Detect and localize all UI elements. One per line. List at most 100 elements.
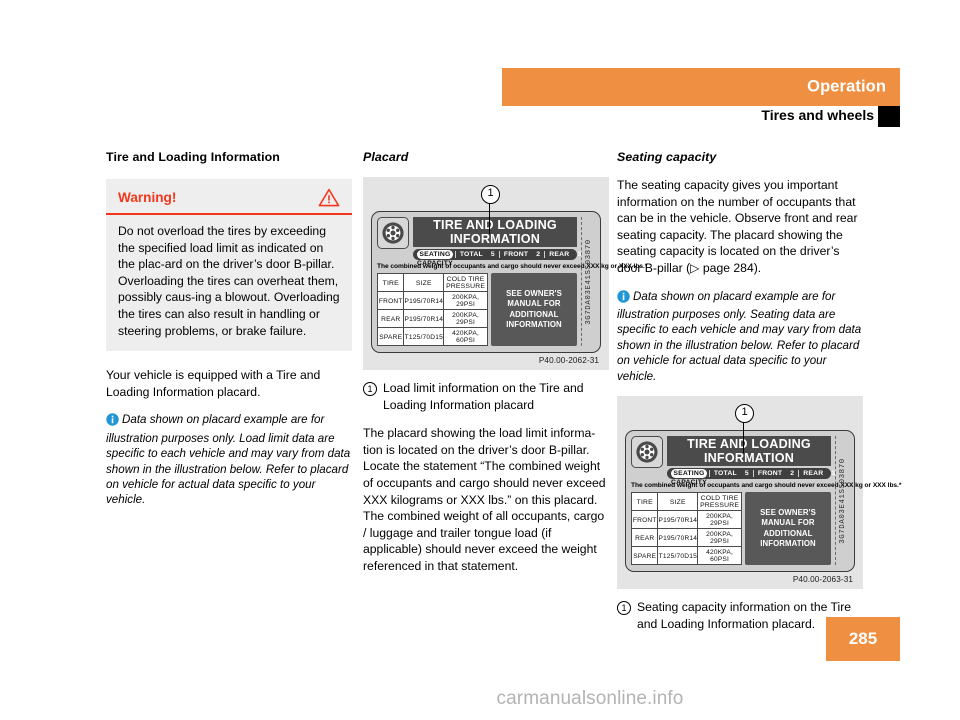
placard-main: TIRE AND LOADING INFORMATION SEATING CAP…: [376, 217, 648, 346]
owner-line-1: SEE OWNER'S: [506, 288, 562, 298]
placard-front-value: 2: [790, 470, 795, 477]
placard-lower-row: TIRE SIZE COLD TIRE PRESSURE FRONT P195/…: [630, 492, 831, 565]
placard-seating-row: SEATING CAPACITY TOTAL 5 FRONT 2 REAR 3: [667, 468, 835, 486]
left-column-info-note: Data shown on placard example are for il…: [106, 412, 352, 507]
table-row: SPARE T125/70D15 420KPA, 60PSI: [376, 327, 488, 346]
callout-marker-1: 1: [481, 185, 500, 204]
right-column-paragraph: The seating capacity gives you important…: [617, 178, 858, 275]
placard-title: TIRE AND LOADING INFORMATION: [413, 217, 577, 247]
owner-line-2: MANUAL FOR: [507, 299, 561, 308]
placard-total-value: 5: [490, 251, 495, 258]
right-column: Seating capacity The seating capacity gi…: [617, 150, 902, 644]
cell-axle-rear: REAR: [376, 309, 405, 328]
header-accent-bar: Operation: [502, 68, 900, 106]
callout-group-1: 1: [371, 185, 601, 234]
placard-seating-capacity-label: SEATING CAPACITY: [417, 250, 453, 267]
placard-pressure-table: TIRE SIZE COLD TIRE PRESSURE FRONT P195/…: [630, 492, 742, 565]
warning-title: Warning!: [118, 190, 177, 205]
tire-loading-information-placard: TIRE AND LOADING INFORMATION SEATING CAP…: [371, 211, 648, 353]
placard-top-row: TIRE AND LOADING INFORMATION SEATING CAP…: [631, 436, 835, 486]
cell-pressure-spare: 420KPA, 60PSI: [443, 327, 488, 346]
owner-line-4: INFORMATION: [760, 539, 816, 548]
left-column-heading: Tire and Loading Information: [106, 150, 280, 164]
cell-size-front: P195/70R14: [403, 291, 445, 310]
cell-axle-front: FRONT: [630, 510, 659, 529]
warning-header: Warning!: [106, 179, 352, 215]
cell-pressure-front: 200KPA, 29PSI: [697, 510, 742, 529]
cell-pressure-spare: 420KPA, 60PSI: [697, 546, 742, 565]
cell-axle-front: FRONT: [376, 291, 405, 310]
owner-line-2: MANUAL FOR: [761, 518, 815, 527]
info-icon: [106, 413, 119, 430]
left-column-paragraph: Your vehicle is equipped with a Tire and…: [106, 368, 321, 399]
placard-side-strip: 3G7DA03E41SS03870: [835, 436, 849, 565]
placard-title: TIRE AND LOADING INFORMATION: [667, 436, 831, 466]
placard-owner-manual-block: SEE OWNER'S MANUAL FOR ADDITIONAL INFORM…: [745, 492, 831, 565]
cell-axle-spare: SPARE: [376, 327, 405, 346]
legend-text: Load limit information on the Tire and L…: [383, 381, 584, 412]
placard-rear-label: REAR: [549, 251, 570, 258]
placard-figure-load-limit: 1 TIRE AND LOADING INFORMATION SEATING C…: [363, 177, 648, 370]
placard-front-label: FRONT: [757, 470, 783, 477]
page-title: Operation: [807, 77, 886, 96]
placard-header-stack: TIRE AND LOADING INFORMATION SEATING CAP…: [667, 436, 835, 486]
placard-total-value: 5: [744, 470, 749, 477]
placard-top-row: TIRE AND LOADING INFORMATION SEATING CAP…: [377, 217, 581, 267]
table-row: REAR P195/70R14 200KPA, 29PSI: [376, 309, 488, 328]
middle-column: Placard 1 TIRE AND LOADING INFORMATION S…: [363, 150, 648, 587]
right-column-heading: Seating capacity: [617, 150, 717, 164]
callout-leader-line: [743, 421, 745, 453]
placard-main: TIRE AND LOADING INFORMATION SEATING CAP…: [630, 436, 902, 565]
placard-rear-label: REAR: [803, 470, 824, 477]
placard-table-body: TIRE SIZE COLD TIRE PRESSURE FRONT P195/…: [376, 273, 488, 346]
cell-size-front: P195/70R14: [657, 510, 699, 529]
tire-wheel-icon: [377, 217, 409, 249]
info-icon: [617, 289, 630, 307]
tire-wheel-icon: [631, 436, 663, 468]
owner-line-4: INFORMATION: [506, 320, 562, 329]
cell-size-spare: T125/70D15: [657, 546, 699, 565]
table-row: FRONT P195/70R14 200KPA, 29PSI: [630, 510, 742, 529]
tire-loading-information-placard: TIRE AND LOADING INFORMATION SEATING CAP…: [625, 430, 902, 572]
placard-weight-statement: The combined weight of occupants and car…: [377, 263, 648, 270]
page-number: 285: [826, 617, 900, 661]
placard-side-strip: 3G7DA03E41SS03870: [581, 217, 595, 346]
right-column-info-note: Data shown on placard example are for il…: [617, 289, 863, 384]
placard-vertical-code: 3G7DA03E41SS03870: [838, 457, 847, 544]
left-column-info-text: Data shown on placard example are for il…: [106, 413, 351, 507]
table-row: REAR P195/70R14 200KPA, 29PSI: [630, 528, 742, 547]
right-column-info-text: Data shown on placard example are for il…: [617, 289, 862, 383]
legend-number: 1: [363, 382, 377, 396]
owner-line-3: ADDITIONAL: [509, 309, 559, 319]
placard-table-body: TIRE SIZE COLD TIRE PRESSURE FRONT P195/…: [630, 492, 742, 565]
placard-pressure-table: TIRE SIZE COLD TIRE PRESSURE FRONT P195/…: [376, 273, 488, 346]
warning-triangle-icon: [318, 188, 340, 207]
col-header-pressure: COLD TIRE PRESSURE: [443, 273, 488, 292]
col-header-size: SIZE: [403, 273, 445, 292]
cell-pressure-rear: 200KPA, 29PSI: [697, 528, 742, 547]
owner-line-1: SEE OWNER'S: [760, 507, 816, 517]
placard-seating-row: SEATING CAPACITY TOTAL 5 FRONT 2 REAR 3: [413, 249, 581, 267]
callout-leader-line: [489, 202, 491, 234]
placard-owner-manual-block: SEE OWNER'S MANUAL FOR ADDITIONAL INFORM…: [491, 273, 577, 346]
table-row-header: TIRE SIZE COLD TIRE PRESSURE: [376, 273, 488, 292]
warning-box: Warning! Do not overload the tires by ex…: [106, 177, 352, 352]
placard-weight-statement: The combined weight of occupants and car…: [631, 482, 902, 489]
owner-line-3: ADDITIONAL: [763, 528, 813, 538]
callout-marker-1: 1: [735, 404, 754, 423]
cell-axle-spare: SPARE: [630, 546, 659, 565]
warning-body-text: Do not overload the tires by exceeding t…: [118, 224, 340, 338]
middle-column-paragraph: The placard showing the load limit infor…: [363, 426, 606, 573]
cell-size-spare: T125/70D15: [403, 327, 445, 346]
chapter-thumb-tab: [878, 106, 900, 127]
placard-lower-row: TIRE SIZE COLD TIRE PRESSURE FRONT P195/…: [376, 273, 577, 346]
placard-front-label: FRONT: [503, 251, 529, 258]
col-header-pressure: COLD TIRE PRESSURE: [697, 492, 742, 511]
section-subtitle: Tires and wheels: [761, 107, 874, 123]
table-row: FRONT P195/70R14 200KPA, 29PSI: [376, 291, 488, 310]
col-header-size: SIZE: [657, 492, 699, 511]
placard-front-value: 2: [536, 251, 541, 258]
placard-vertical-code: 3G7DA03E41SS03870: [584, 238, 593, 325]
col-header-tire: TIRE: [630, 492, 659, 511]
placard-total-label: TOTAL: [459, 251, 483, 258]
